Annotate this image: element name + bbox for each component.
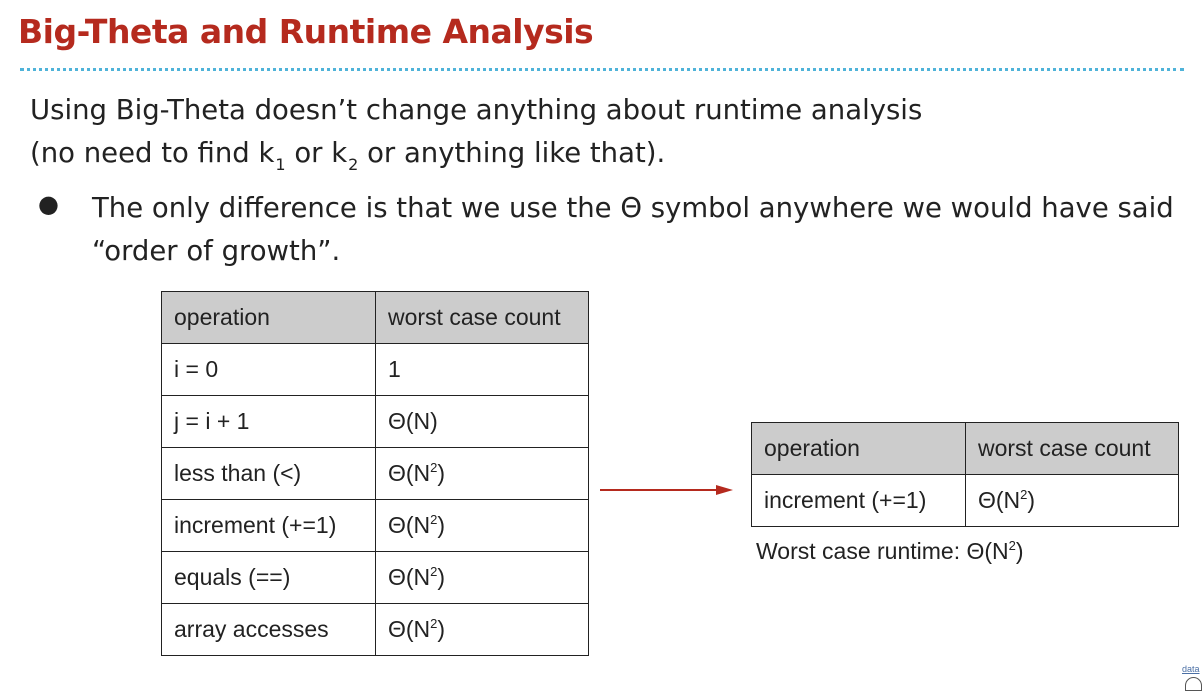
corner-icon[interactable] xyxy=(1185,677,1202,691)
intro-line-2: (no need to find k1 or k2 or anything li… xyxy=(30,137,666,174)
intro-line-1: Using Big-Theta doesn’t change anything … xyxy=(30,94,923,126)
title-divider xyxy=(20,68,1184,71)
count-cell: Θ(N2) xyxy=(965,474,1179,527)
count-cell: Θ(N2) xyxy=(375,447,589,500)
arrow-right-icon xyxy=(600,485,733,495)
result-table: operation worst case count increment (+=… xyxy=(751,422,1179,527)
count-cell: Θ(N2) xyxy=(375,603,589,656)
table-row: less than (<) Θ(N2) xyxy=(161,447,589,500)
bullet-text: The only difference is that we use the Θ… xyxy=(92,192,1174,267)
corner-link[interactable]: data xyxy=(1182,664,1200,674)
table-row: i = 0 1 xyxy=(161,343,589,396)
header-operation: operation xyxy=(161,291,376,344)
intro-line-2-end: or anything like that). xyxy=(358,137,666,169)
count-cell: Θ(N) xyxy=(375,395,589,448)
count-base: Θ(N xyxy=(388,512,431,538)
operation-cell: j = i + 1 xyxy=(161,395,376,448)
table-header-row: operation worst case count xyxy=(751,422,1179,475)
runtime-exponent: 2 xyxy=(1008,538,1016,553)
table-row: increment (+=1) Θ(N2) xyxy=(161,499,589,552)
runtime-prefix: Worst case runtime: Θ(N xyxy=(756,538,1009,564)
operation-cell: array accesses xyxy=(161,603,376,656)
count-close: ) xyxy=(437,512,446,538)
table-row: array accesses Θ(N2) xyxy=(161,603,589,656)
operation-cell: i = 0 xyxy=(161,343,376,396)
count-close: ) xyxy=(437,460,446,486)
count-base: Θ(N xyxy=(388,460,431,486)
operation-cell: less than (<) xyxy=(161,447,376,500)
table-row: equals (==) Θ(N2) xyxy=(161,551,589,604)
intro-line-2-middle: or k xyxy=(285,137,348,169)
count-base: Θ(N xyxy=(978,487,1021,513)
k2-subscript: 2 xyxy=(348,155,359,174)
slide-title: Big-Theta and Runtime Analysis xyxy=(18,12,594,51)
count-base: Θ(N xyxy=(388,616,431,642)
k1-subscript: 1 xyxy=(275,155,286,174)
operation-cell: increment (+=1) xyxy=(161,499,376,552)
table-row: j = i + 1 Θ(N) xyxy=(161,395,589,448)
operation-cell: increment (+=1) xyxy=(751,474,966,527)
operation-cell: equals (==) xyxy=(161,551,376,604)
operation-count-table: operation worst case count i = 0 1 j = i… xyxy=(161,291,589,656)
count-close: ) xyxy=(437,616,446,642)
bullet-dot-icon: ● xyxy=(38,190,59,218)
header-worst-case-count: worst case count xyxy=(375,291,589,344)
count-cell: Θ(N2) xyxy=(375,499,589,552)
intro-line-2-start: (no need to find k xyxy=(30,137,275,169)
count-close: ) xyxy=(1027,487,1036,513)
count-cell: Θ(N2) xyxy=(375,551,589,604)
count-close: ) xyxy=(437,564,446,590)
table-row: increment (+=1) Θ(N2) xyxy=(751,474,1179,527)
count-base: Θ(N xyxy=(388,564,431,590)
worst-case-runtime: Worst case runtime: Θ(N2) xyxy=(756,538,1024,565)
header-operation: operation xyxy=(751,422,966,475)
table-header-row: operation worst case count xyxy=(161,291,589,344)
header-worst-case-count: worst case count xyxy=(965,422,1179,475)
count-cell: 1 xyxy=(375,343,589,396)
runtime-suffix: ) xyxy=(1015,538,1024,564)
